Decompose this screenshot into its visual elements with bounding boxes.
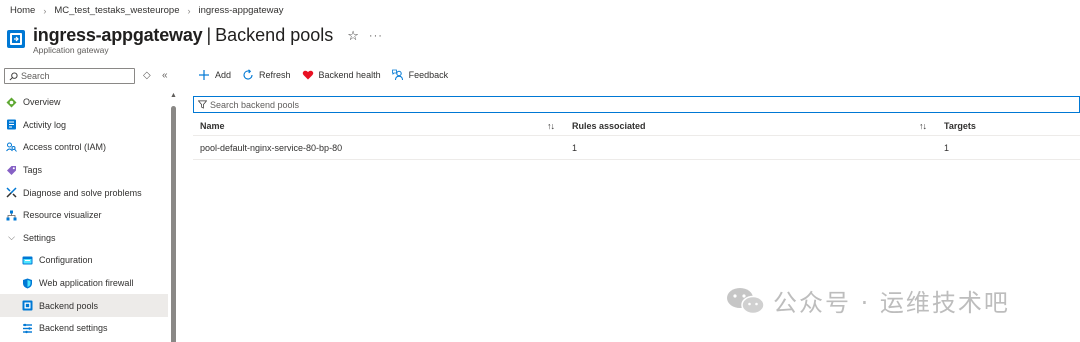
page-title: Backend pools: [215, 25, 334, 45]
configuration-icon: [22, 255, 33, 266]
refresh-button[interactable]: Refresh: [242, 69, 291, 81]
scrollbar-thumb[interactable]: [171, 106, 176, 342]
sort-arrows-icon[interactable]: ↑↓: [919, 121, 927, 131]
add-label: Add: [215, 70, 232, 80]
backend-health-label: Backend health: [318, 70, 381, 80]
visualizer-icon: [6, 210, 17, 221]
backend-pools-search-input[interactable]: [210, 99, 510, 110]
sidebar: ◇ « Overview Activity log Access control…: [0, 66, 178, 342]
sidebar-item-label: Tags: [23, 165, 43, 176]
sidebar-group-settings[interactable]: ⌵ Settings: [0, 227, 168, 250]
add-button[interactable]: Add: [198, 69, 231, 81]
sidebar-item-label: Backend pools: [39, 300, 99, 311]
sidebar-item-label: Overview: [23, 97, 61, 108]
backend-pools-icon: [22, 300, 33, 311]
chevron-down-icon: ⌵: [8, 232, 15, 243]
watermark: 公众号 · 运维技术吧: [725, 283, 1010, 318]
feedback-icon: [391, 69, 404, 81]
sidebar-item-configuration[interactable]: Configuration: [0, 249, 168, 272]
sidebar-item-label: Backend settings: [39, 323, 108, 334]
sidebar-item-backend-settings[interactable]: Backend settings: [0, 317, 168, 340]
diagnose-icon: [6, 187, 17, 198]
title-separator: |: [206, 25, 212, 45]
sidebar-item-label: Configuration: [39, 255, 93, 266]
sidebar-item-diagnose[interactable]: Diagnose and solve problems: [0, 181, 168, 204]
feedback-button[interactable]: Feedback: [391, 69, 449, 81]
filter-icon: [198, 100, 207, 109]
activity-log-icon: [6, 119, 17, 130]
breadcrumb-separator-icon: ›: [43, 5, 47, 16]
backend-health-button[interactable]: Backend health: [302, 69, 381, 81]
expand-collapse-icon[interactable]: ◇: [143, 70, 151, 81]
column-header-name[interactable]: Name: [200, 121, 225, 131]
sort-arrows-icon[interactable]: ↑↓: [547, 121, 555, 131]
command-bar: Add Refresh Backend health Feedback: [198, 69, 459, 81]
search-icon: [9, 71, 18, 80]
iam-icon: [6, 142, 17, 153]
sidebar-item-tags[interactable]: Tags: [0, 159, 168, 182]
column-header-rules[interactable]: Rules associated: [572, 121, 646, 131]
shield-icon: [22, 278, 33, 289]
feedback-label: Feedback: [408, 70, 449, 80]
sidebar-item-overview[interactable]: Overview: [0, 91, 168, 114]
sidebar-item-label: Settings: [23, 232, 56, 243]
sidebar-item-iam[interactable]: Access control (IAM): [0, 136, 168, 159]
sidebar-nav: Overview Activity log Access control (IA…: [0, 91, 168, 340]
more-options-icon[interactable]: ···: [369, 30, 383, 42]
sidebar-item-label: Diagnose and solve problems: [23, 187, 142, 198]
overview-icon: [6, 97, 17, 108]
sidebar-item-backend-pools[interactable]: Backend pools: [0, 294, 168, 317]
sidebar-search[interactable]: [4, 68, 135, 84]
watermark-text: 公众号 · 运维技术吧: [773, 289, 1010, 317]
sidebar-item-resource-visualizer[interactable]: Resource visualizer: [0, 204, 168, 227]
tag-icon: [6, 165, 17, 176]
sidebar-scrollbar[interactable]: ▲: [170, 92, 177, 342]
backend-pools-table: Name ↑↓ Rules associated ↑↓ Targets pool…: [193, 116, 1080, 160]
sidebar-item-activity-log[interactable]: Activity log: [0, 114, 168, 137]
targets-count: 1: [944, 142, 950, 153]
sidebar-item-label: Access control (IAM): [23, 142, 107, 153]
wechat-logo-icon: [727, 287, 765, 314]
breadcrumb-separator-icon: ›: [187, 5, 191, 16]
breadcrumb-home[interactable]: Home: [10, 5, 35, 16]
scroll-up-arrow-icon[interactable]: ▲: [170, 92, 177, 99]
application-gateway-icon: [7, 30, 25, 48]
sidebar-item-label: Resource visualizer: [23, 210, 102, 221]
sidebar-item-label: Activity log: [23, 119, 67, 130]
refresh-label: Refresh: [259, 70, 291, 80]
heart-icon: [302, 69, 314, 81]
column-header-targets[interactable]: Targets: [944, 121, 976, 131]
page-header: ingress-appgateway | Backend pools ☆ ···…: [7, 25, 383, 55]
rules-count: 1: [572, 142, 578, 153]
sidebar-item-waf[interactable]: Web application firewall: [0, 272, 168, 295]
backend-settings-icon: [22, 323, 33, 334]
plus-icon: [198, 69, 210, 81]
breadcrumb-resource-group[interactable]: MC_test_testaks_westeurope: [54, 5, 179, 16]
breadcrumb-resource[interactable]: ingress-appgateway: [199, 5, 284, 16]
refresh-icon: [242, 69, 254, 81]
pool-name-link[interactable]: pool-default-nginx-service-80-bp-80: [200, 143, 342, 153]
collapse-sidebar-icon[interactable]: «: [162, 70, 168, 81]
table-header: Name ↑↓ Rules associated ↑↓ Targets: [193, 116, 1080, 136]
sidebar-item-label: Web application firewall: [39, 278, 134, 289]
backend-pools-filter[interactable]: [193, 96, 1080, 113]
favorite-star-icon[interactable]: ☆: [347, 28, 359, 44]
table-row[interactable]: pool-default-nginx-service-80-bp-80 1 1: [193, 136, 1080, 160]
sidebar-search-input[interactable]: [21, 71, 121, 81]
breadcrumb: Home › MC_test_testaks_westeurope › ingr…: [10, 5, 284, 16]
resource-type: Application gateway: [33, 45, 109, 55]
resource-title: ingress-appgateway: [33, 25, 203, 45]
